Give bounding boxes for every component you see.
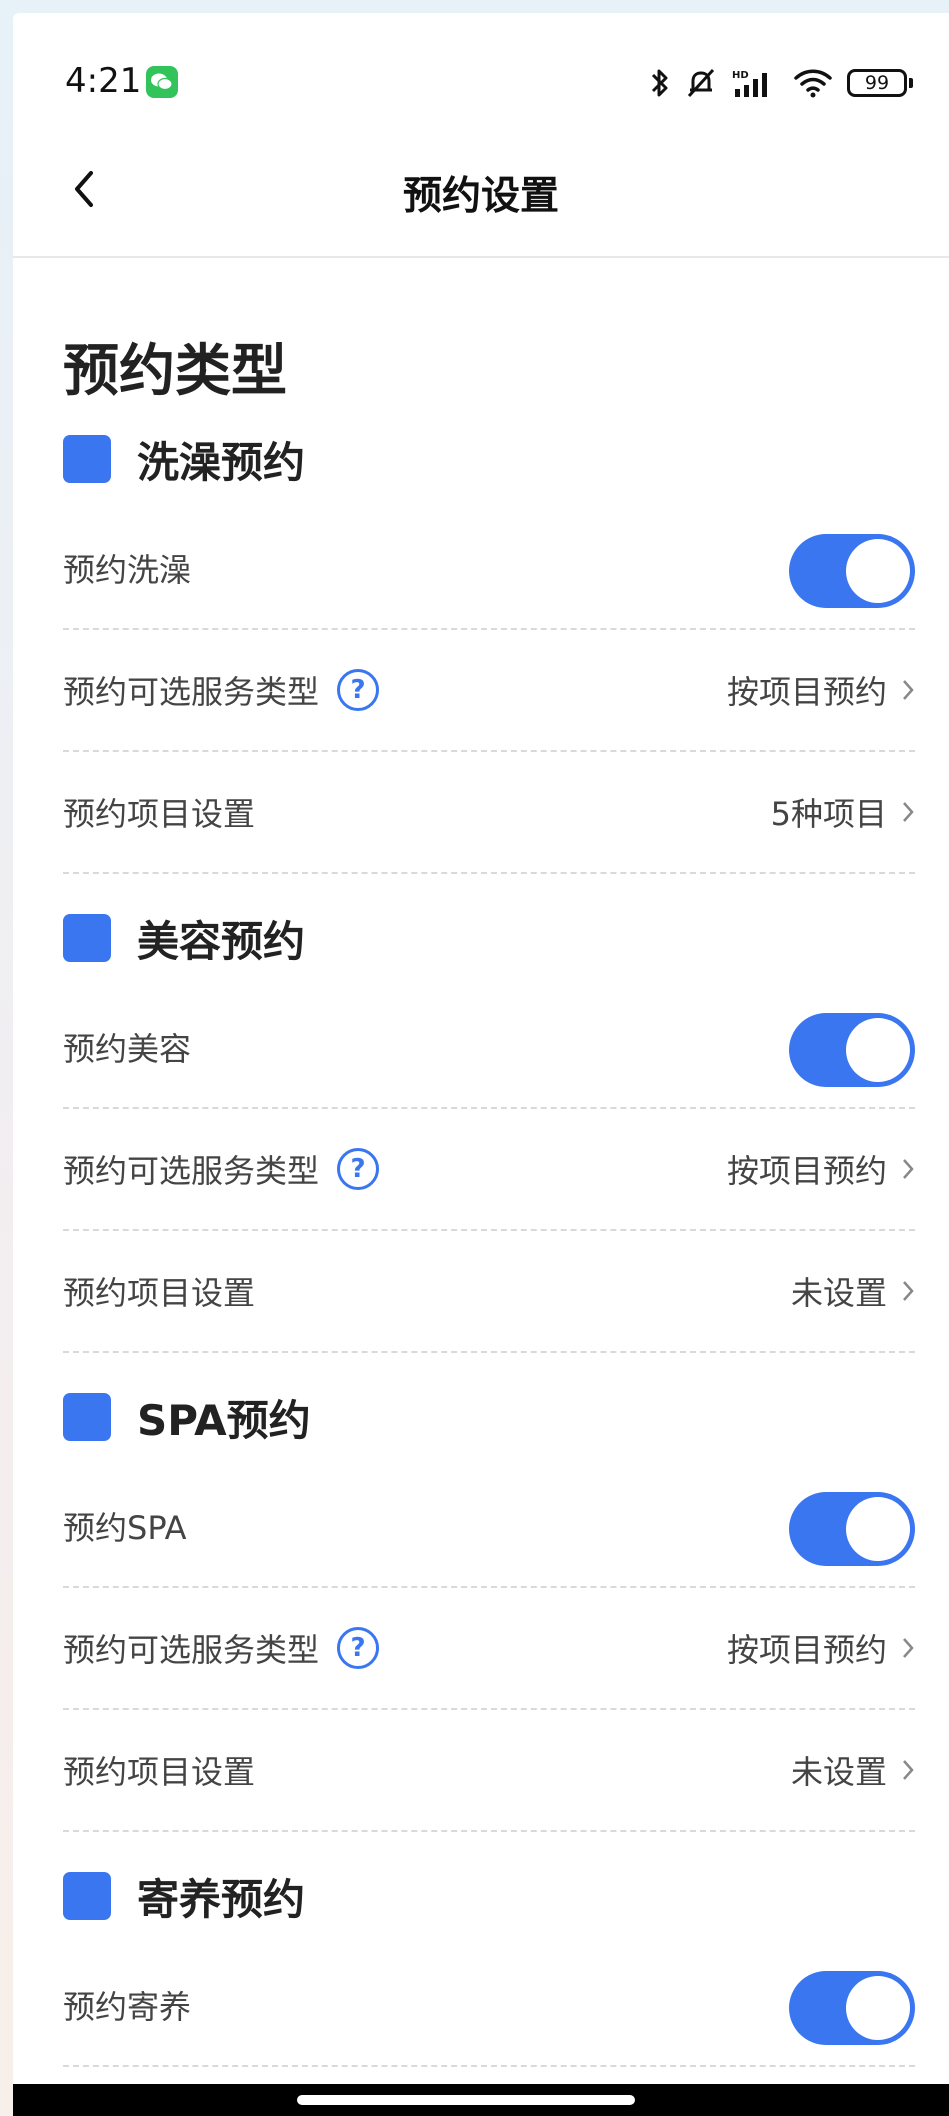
section-title: 美容预约 [137,916,306,966]
toggle-switch[interactable] [789,1013,915,1087]
section-title: 洗澡预约 [137,437,306,487]
bell-off-icon [687,68,715,98]
chevron-right-icon [903,1159,914,1179]
row-label: 预约可选服务类型 [63,673,320,711]
help-icon[interactable]: ? [337,669,380,711]
toggle-knob [846,1497,910,1561]
row-value-wrap: 未设置 [791,1231,915,1351]
row-label: 预约项目设置 [63,795,256,833]
page-title: 预约设置 [402,174,559,219]
svg-text:HD: HD [732,70,749,81]
row-value: 按项目预约 [726,673,887,711]
row-label-wrap: 预约可选服务类型 ? [63,1588,380,1708]
section-header-beauty: 美容预约 [63,908,305,968]
bluetooth-icon [651,69,668,97]
row-label-wrap: 预约可选服务类型 ? [63,630,380,750]
row-value-wrap: 按项目预约 [727,1109,915,1229]
toggle-knob [846,1976,910,2040]
row-value: 5种项目 [770,795,887,833]
row-toggle-beauty: 预约美容 [63,987,915,1109]
section-header-bath: 洗澡预约 [63,429,305,489]
help-icon[interactable]: ? [337,1627,380,1669]
help-icon[interactable]: ? [337,1148,380,1190]
home-bar [13,2084,949,2116]
section-title: SPA预约 [137,1395,311,1445]
row-items-beauty[interactable]: 预约项目设置 未设置 [63,1231,915,1353]
chevron-right-icon [903,680,914,700]
square-icon [63,914,111,962]
row-items-bath[interactable]: 预约项目设置 5种项目 [63,752,915,874]
row-toggle-boarding: 预约寄养 [63,1945,915,2067]
row-label: 预约项目设置 [63,1274,256,1312]
home-indicator[interactable] [297,2095,635,2105]
section-title: 寄养预约 [137,1874,306,1924]
section-header-spa: SPA预约 [63,1387,311,1447]
row-label: 预约可选服务类型 [63,1631,320,1669]
row-toggle-spa: 预约SPA [63,1466,915,1588]
row-value-wrap: 按项目预约 [727,1588,915,1708]
chevron-right-icon [903,1281,914,1301]
row-service-type-spa[interactable]: 预约可选服务类型 ? 按项目预约 [63,1588,915,1710]
row-items-spa[interactable]: 预约项目设置 未设置 [63,1710,915,1832]
row-value: 未设置 [790,1753,887,1791]
section-heading: 预约类型 [63,339,287,404]
toggle-knob [846,1018,910,1082]
row-label: 预约SPA [63,1509,187,1547]
row-label: 预约项目设置 [63,1753,256,1791]
phone-screen: 4:21 HD 99 预约设置 预约类型 洗澡预约 预约洗澡 预约可选服务类型 … [13,13,949,2116]
toggle-switch[interactable] [789,1971,915,2045]
section-header-boarding: 寄养预约 [63,1866,305,1926]
battery-icon: 99 [847,69,913,97]
square-icon [63,1393,111,1441]
status-time: 4:21 [65,61,142,101]
row-value: 按项目预约 [726,1152,887,1190]
row-service-type-bath[interactable]: 预约可选服务类型 ? 按项目预约 [63,630,915,752]
toggle-switch[interactable] [789,1492,915,1566]
status-bar: 4:21 HD 99 [13,13,949,123]
chevron-right-icon [903,1760,914,1780]
row-label: 预约可选服务类型 [63,1152,320,1190]
row-value-wrap: 未设置 [791,1710,915,1830]
wifi-icon [794,69,832,98]
row-value: 按项目预约 [726,1631,887,1669]
row-label: 预约美容 [63,1030,192,1068]
toggle-knob [846,539,910,603]
nav-bar: 预约设置 [13,123,949,258]
chevron-right-icon [903,1638,914,1658]
row-label-wrap: 预约可选服务类型 ? [63,1109,380,1229]
row-service-type-beauty[interactable]: 预约可选服务类型 ? 按项目预约 [63,1109,915,1231]
square-icon [63,435,111,483]
row-label: 预约寄养 [63,1988,192,2026]
row-value-wrap: 5种项目 [771,752,915,872]
hd-signal-icon: HD [732,70,767,97]
chevron-right-icon [903,802,914,822]
square-icon [63,1872,111,1920]
wechat-icon [146,66,178,98]
row-label: 预约洗澡 [63,551,192,589]
row-value: 未设置 [790,1274,887,1312]
row-value-wrap: 按项目预约 [727,630,915,750]
row-toggle-bath: 预约洗澡 [63,508,915,630]
toggle-switch[interactable] [789,534,915,608]
status-icons: HD 99 [649,63,913,103]
